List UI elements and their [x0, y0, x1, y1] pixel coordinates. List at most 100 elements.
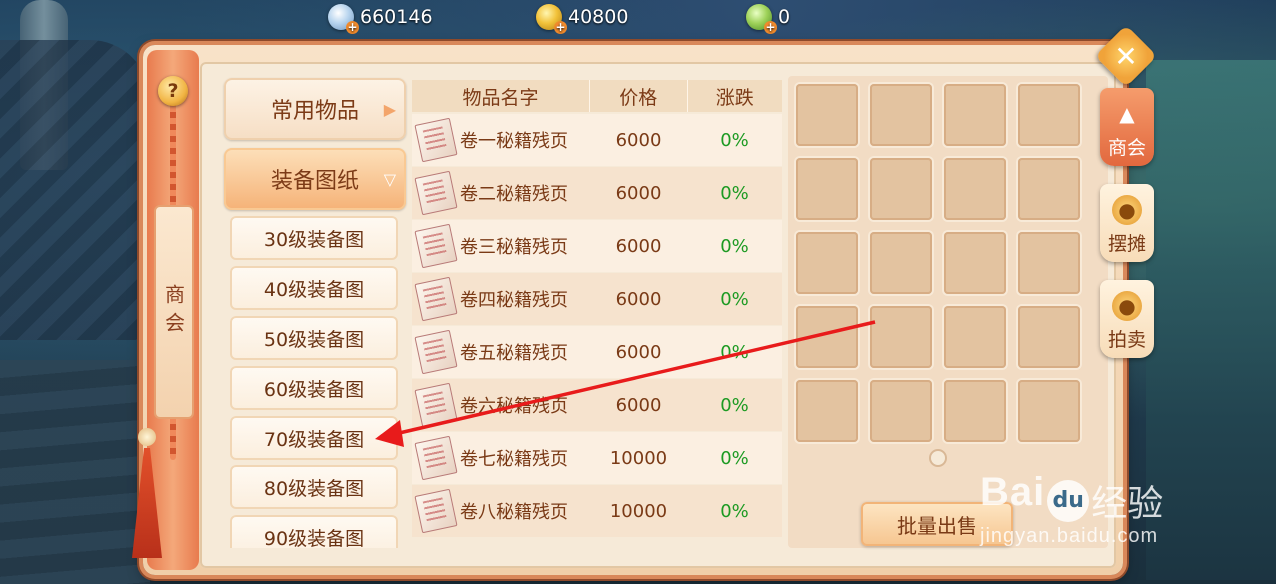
scroll-page-icon [414, 223, 458, 269]
subcategory-80[interactable]: 80级装备图 [230, 465, 398, 509]
inventory-slot[interactable] [870, 84, 932, 146]
background-waterfall [1146, 60, 1276, 580]
table-row[interactable]: 卷三秘籍残页 6000 0% [412, 220, 782, 272]
subcategory-70[interactable]: 70级装备图 [230, 416, 398, 460]
inventory-slot[interactable] [796, 84, 858, 146]
jade-coin-icon[interactable] [746, 4, 777, 34]
item-price: 6000 [615, 129, 662, 151]
tab-auction-label: 拍卖 [1107, 329, 1146, 351]
category-equip-label: 装备图纸 [270, 169, 359, 194]
item-table-body[interactable]: 卷一秘籍残页 6000 0% 卷二秘籍残页 6000 0% 卷三秘籍残页 600… [412, 114, 782, 548]
inventory-slot[interactable] [796, 380, 858, 442]
inventory-slot[interactable] [1018, 306, 1080, 368]
table-row[interactable]: 卷八秘籍残页 10000 0% [412, 485, 782, 537]
category-common-items[interactable]: 常用物品 ▶ [224, 78, 406, 140]
stall-icon: ● [1112, 195, 1142, 225]
category-equipment-blueprints[interactable]: 装备图纸 ▽ [224, 148, 406, 210]
silver-coin-icon[interactable] [328, 4, 359, 34]
subcategory-60[interactable]: 60级装备图 [230, 366, 398, 410]
close-icon: ✕ [1114, 39, 1138, 73]
header-price: 价格 [590, 80, 688, 112]
inventory-slot[interactable] [944, 84, 1006, 146]
currency-jade[interactable]: 0 [746, 4, 791, 34]
table-row[interactable]: 卷六秘籍残页 6000 0% [412, 379, 782, 431]
item-name: 卷六秘籍残页 [460, 396, 568, 417]
jade-amount: 0 [778, 6, 791, 28]
tab-guild-label: 商会 [1107, 137, 1146, 159]
inventory-slot[interactable] [796, 158, 858, 220]
item-price: 6000 [615, 394, 662, 416]
watermark-brand: Bai [980, 470, 1046, 514]
table-row[interactable]: 卷五秘籍残页 6000 0% [412, 326, 782, 378]
scroll-page-icon [414, 488, 458, 534]
inventory-slot[interactable] [796, 232, 858, 294]
table-row[interactable]: 卷二秘籍残页 6000 0% [412, 167, 782, 219]
scroll-page-icon [414, 117, 458, 163]
item-name: 卷四秘籍残页 [460, 290, 568, 311]
table-row[interactable]: 卷一秘籍残页 6000 0% [412, 114, 782, 166]
item-price: 6000 [615, 288, 662, 310]
inventory-slot[interactable] [944, 306, 1006, 368]
gold-coin-icon[interactable] [536, 4, 567, 34]
item-change: 0% [720, 235, 749, 257]
inventory-slot[interactable] [1018, 158, 1080, 220]
category-common-label: 常用物品 [270, 99, 359, 124]
guild-icon: ▲ [1119, 102, 1135, 126]
inventory-slot[interactable] [870, 306, 932, 368]
item-change: 0% [720, 341, 749, 363]
auction-icon: ● [1112, 291, 1142, 321]
close-button[interactable]: ✕ [1094, 24, 1158, 88]
knot-decoration [138, 428, 156, 446]
table-row[interactable]: 卷四秘籍残页 6000 0% [412, 273, 782, 325]
inventory-slot[interactable] [870, 380, 932, 442]
inventory-slot[interactable] [870, 232, 932, 294]
tab-auction[interactable]: ● 拍卖 [1100, 280, 1154, 358]
inventory-slot[interactable] [944, 158, 1006, 220]
inventory-slot[interactable] [1018, 232, 1080, 294]
inventory-slot[interactable] [870, 158, 932, 220]
subcategory-30[interactable]: 30级装备图 [230, 216, 398, 260]
subcategory-list[interactable]: 30级装备图 40级装备图 50级装备图 60级装备图 70级装备图 80级装备… [224, 212, 408, 548]
item-price: 6000 [615, 182, 662, 204]
item-name: 卷八秘籍残页 [460, 502, 568, 523]
item-price: 10000 [609, 447, 668, 469]
watermark-cn: 经验 [1091, 483, 1164, 525]
item-change: 0% [720, 129, 749, 151]
subcategory-90[interactable]: 90级装备图 [230, 515, 398, 548]
inventory-slot[interactable] [1018, 380, 1080, 442]
item-change: 0% [720, 447, 749, 469]
subcategory-40[interactable]: 40级装备图 [230, 266, 398, 310]
tab-guild[interactable]: ▲ 商会 [1100, 88, 1154, 166]
scroll-page-icon [414, 382, 458, 428]
currency-gold[interactable]: 40800 [536, 4, 629, 34]
item-price: 6000 [615, 235, 662, 257]
inventory-slot[interactable] [944, 232, 1006, 294]
background-steps [0, 360, 150, 584]
inventory-slot[interactable] [1018, 84, 1080, 146]
subcategory-50[interactable]: 50级装备图 [230, 316, 398, 360]
gold-amount: 40800 [568, 6, 629, 28]
shop-title: 商会 [161, 284, 186, 340]
shop-title-banner: 商会 [154, 205, 194, 419]
page-indicator-dot [929, 449, 947, 467]
item-change: 0% [720, 288, 749, 310]
item-price: 6000 [615, 341, 662, 363]
tab-stall[interactable]: ● 摆摊 [1100, 184, 1154, 262]
paw-icon: du [1047, 479, 1090, 522]
currency-silver[interactable]: 660146 [328, 4, 433, 34]
item-name: 卷二秘籍残页 [460, 184, 568, 205]
inventory-slot[interactable] [796, 306, 858, 368]
scroll-page-icon [414, 435, 458, 481]
help-button[interactable]: ? [158, 76, 188, 106]
item-name: 卷一秘籍残页 [460, 131, 568, 152]
item-name: 卷七秘籍残页 [460, 449, 568, 470]
item-price: 10000 [609, 500, 668, 522]
silver-amount: 660146 [360, 6, 433, 28]
inventory-slot[interactable] [944, 380, 1006, 442]
scroll-page-icon [414, 329, 458, 375]
table-row[interactable]: 卷七秘籍残页 10000 0% [412, 432, 782, 484]
scroll-page-icon [414, 170, 458, 216]
header-name: 物品名字 [412, 80, 591, 112]
watermark-url: jingyan.baidu.com [980, 524, 1159, 547]
chevron-right-icon: ▶ [383, 99, 396, 119]
